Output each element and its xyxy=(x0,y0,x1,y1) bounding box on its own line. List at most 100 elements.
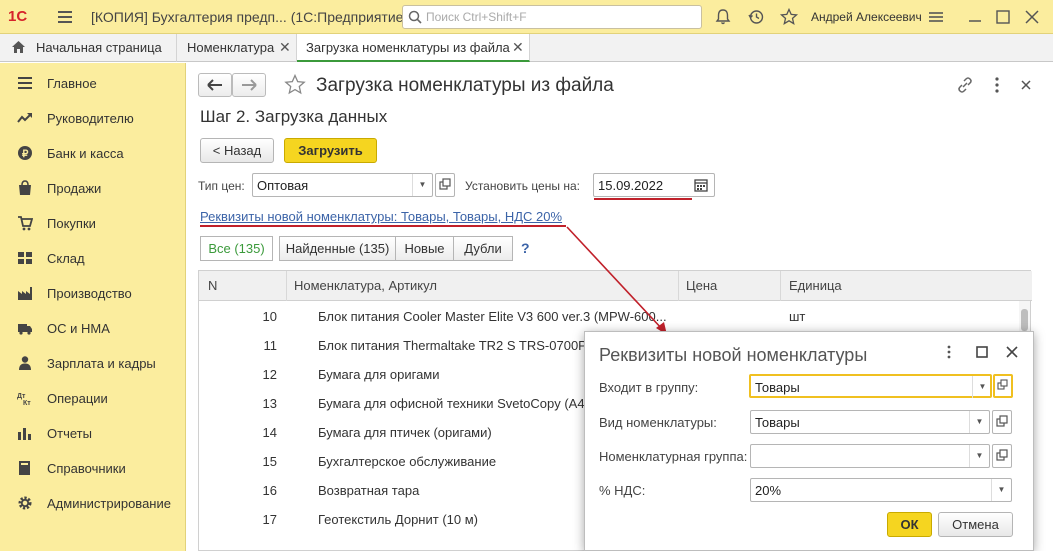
column-divider[interactable] xyxy=(286,271,287,301)
more-actions-icon[interactable] xyxy=(987,75,1007,95)
kind-select[interactable]: Товары ▼ xyxy=(750,410,990,434)
nomenclature-group-select[interactable]: ▼ xyxy=(750,444,990,468)
star-icon[interactable] xyxy=(779,7,799,27)
vat-select[interactable]: 20% ▼ xyxy=(750,478,1012,502)
column-header-name[interactable]: Номенклатура, Артикул xyxy=(294,278,437,293)
link-icon[interactable] xyxy=(955,75,975,95)
filter-found[interactable]: Найденные (135) xyxy=(279,236,396,261)
page-title: Загрузка номенклатуры из файла xyxy=(316,75,614,96)
details-dialog: Реквизиты новой номенклатуры Входит в гр… xyxy=(584,331,1034,551)
chevron-down-icon[interactable]: ▼ xyxy=(969,411,989,433)
date-input[interactable]: 15.09.2022 xyxy=(593,173,715,197)
maximize-icon[interactable] xyxy=(974,344,990,360)
close-icon[interactable] xyxy=(1004,344,1020,360)
calendar-icon[interactable] xyxy=(694,178,708,192)
row-name: Бухгалтерское обслуживание xyxy=(318,454,497,469)
sidebar-item-fixed-assets[interactable]: ОС и НМА xyxy=(0,310,186,345)
cart-icon xyxy=(18,216,33,231)
group-select[interactable]: Товары ▼ xyxy=(749,374,992,398)
row-unit: шт xyxy=(789,309,806,324)
tab-close-icon[interactable]: ✕ xyxy=(279,39,291,56)
filter-duplicates[interactable]: Дубли xyxy=(453,236,513,261)
settings-menu-icon[interactable] xyxy=(926,7,946,27)
minimize-icon[interactable] xyxy=(965,7,985,27)
sidebar-item-main[interactable]: Главное xyxy=(0,65,186,100)
new-item-details-link[interactable]: Реквизиты новой номенклатуры: Товары, То… xyxy=(200,209,562,224)
filter-new[interactable]: Новые xyxy=(395,236,454,261)
table-row[interactable]: 10 Блок питания Cooler Master Elite V3 6… xyxy=(199,302,1021,331)
main-menu-icon[interactable] xyxy=(58,11,72,23)
chevron-down-icon[interactable]: ▼ xyxy=(991,479,1011,501)
open-icon xyxy=(996,449,1008,461)
tab-home[interactable]: Начальная страница xyxy=(0,34,177,62)
sidebar-item-admin[interactable]: Администрирование xyxy=(0,485,186,520)
tab-import[interactable]: Загрузка номенклатуры из файла ✕ xyxy=(297,34,530,62)
cancel-button[interactable]: Отмена xyxy=(938,512,1013,537)
open-kind-button[interactable] xyxy=(992,410,1012,434)
sidebar-item-label: Справочники xyxy=(47,461,126,476)
sidebar-item-label: Склад xyxy=(47,251,85,266)
sidebar-item-label: Продажи xyxy=(47,181,102,196)
chevron-down-icon[interactable]: ▼ xyxy=(969,445,989,467)
close-icon[interactable] xyxy=(1022,7,1042,27)
open-price-type-button[interactable] xyxy=(435,173,455,197)
sidebar-item-label: Главное xyxy=(47,76,97,91)
load-button[interactable]: Загрузить xyxy=(284,138,377,163)
app-logo[interactable]: 1С xyxy=(8,8,46,26)
sidebar-item-production[interactable]: Производство xyxy=(0,275,186,310)
svg-text:Кт: Кт xyxy=(23,400,31,406)
column-header-n[interactable]: N xyxy=(208,278,217,293)
column-header-unit[interactable]: Единица xyxy=(789,278,842,293)
window-title: [КОПИЯ] Бухгалтерия предп... (1С:Предпри… xyxy=(91,9,409,25)
sidebar-item-reports[interactable]: Отчеты xyxy=(0,415,186,450)
scrollbar-thumb[interactable] xyxy=(1021,309,1028,331)
table-header: N Номенклатура, Артикул Цена Единица xyxy=(199,271,1032,301)
sidebar-item-bank[interactable]: ₽ Банк и касса xyxy=(0,135,186,170)
sidebar-item-salary[interactable]: Зарплата и кадры xyxy=(0,345,186,380)
sidebar-item-warehouse[interactable]: Склад xyxy=(0,240,186,275)
tab-import-label: Загрузка номенклатуры из файла xyxy=(306,40,510,55)
tab-close-icon[interactable]: ✕ xyxy=(512,39,524,56)
chevron-down-icon[interactable]: ▼ xyxy=(412,174,432,196)
help-icon[interactable]: ? xyxy=(521,240,530,256)
history-icon[interactable] xyxy=(746,7,766,27)
row-number: 11 xyxy=(263,338,278,353)
sidebar-item-sales[interactable]: Продажи xyxy=(0,170,186,205)
favorite-star-icon[interactable] xyxy=(283,73,307,97)
filter-all[interactable]: Все (135) xyxy=(200,236,273,261)
tab-home-label: Начальная страница xyxy=(36,40,162,55)
more-actions-icon[interactable] xyxy=(941,344,957,360)
step-title: Шаг 2. Загрузка данных xyxy=(200,107,388,126)
open-group-button[interactable] xyxy=(993,374,1013,398)
user-name[interactable]: Андрей Алексеевич xyxy=(811,10,922,24)
search-input[interactable]: Поиск Ctrl+Shift+F xyxy=(402,5,702,29)
sidebar-item-operations[interactable]: Дт Кт Операции xyxy=(0,380,186,415)
column-divider[interactable] xyxy=(780,271,781,301)
price-type-select[interactable]: Оптовая ▼ xyxy=(252,173,433,197)
forward-nav-button[interactable] xyxy=(232,73,266,97)
sidebar-item-purchases[interactable]: Покупки xyxy=(0,205,186,240)
maximize-icon[interactable] xyxy=(993,7,1013,27)
column-divider[interactable] xyxy=(678,271,679,301)
sidebar-item-catalogs[interactable]: Справочники xyxy=(0,450,186,485)
row-number: 12 xyxy=(262,367,277,382)
open-nomenclature-group-button[interactable] xyxy=(992,444,1012,468)
back-nav-button[interactable] xyxy=(198,73,232,97)
sidebar-item-label: Покупки xyxy=(47,216,96,231)
vat-label: % НДС: xyxy=(599,483,646,498)
sidebar-item-director[interactable]: Руководителю xyxy=(0,100,186,135)
svg-text:Дт: Дт xyxy=(17,393,26,400)
arrow-right-icon xyxy=(242,79,257,91)
close-form-icon[interactable] xyxy=(1016,75,1036,95)
back-button[interactable]: < Назад xyxy=(200,138,274,163)
chevron-down-icon[interactable]: ▼ xyxy=(972,376,992,398)
ok-button[interactable]: ОК xyxy=(887,512,932,537)
kind-value: Товары xyxy=(755,415,800,430)
truck-icon xyxy=(18,324,32,335)
bell-icon[interactable] xyxy=(713,7,733,27)
kind-label: Вид номенклатуры: xyxy=(599,415,717,430)
tab-nomenclature[interactable]: Номенклатура ✕ xyxy=(177,34,297,62)
column-header-price[interactable]: Цена xyxy=(686,278,717,293)
tab-bar: Начальная страница Номенклатура ✕ Загруз… xyxy=(0,34,1053,62)
group-label: Входит в группу: xyxy=(599,380,699,395)
